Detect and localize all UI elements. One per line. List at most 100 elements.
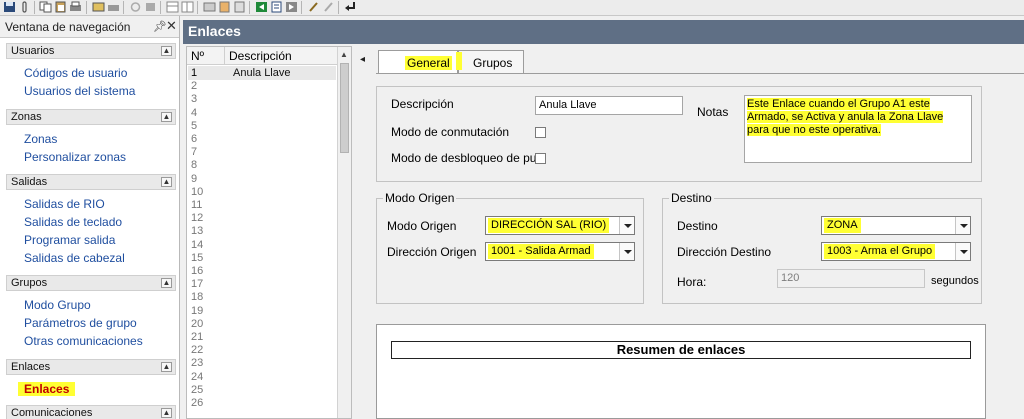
row-number[interactable]: 6 — [191, 134, 197, 145]
forward-icon[interactable] — [285, 1, 298, 13]
refresh-icon[interactable] — [129, 1, 142, 13]
row-number[interactable]: 8 — [191, 160, 197, 171]
nav-item-personalizar-zonas[interactable]: Personalizar zonas — [24, 150, 126, 164]
nav-item-usuarios-sistema[interactable]: Usuarios del sistema — [24, 84, 135, 98]
nav-group-salidas[interactable]: Salidas ▲ — [6, 174, 176, 190]
row-number[interactable]: 4 — [191, 107, 197, 119]
scroll-up-icon[interactable]: ▲ — [340, 50, 348, 59]
resumen-panel: Resumen de enlaces — [376, 324, 986, 419]
import-icon[interactable] — [218, 1, 231, 13]
row-number[interactable]: 13 — [191, 226, 203, 237]
row-number[interactable]: 18 — [191, 292, 203, 303]
chevron-down-icon[interactable] — [619, 217, 634, 234]
collapse-icon[interactable]: ▲ — [161, 177, 172, 187]
paste-icon[interactable] — [54, 1, 67, 13]
nav-group-enlaces[interactable]: Enlaces ▲ — [6, 359, 176, 375]
row-number[interactable]: 1 — [191, 68, 197, 79]
row-number[interactable]: 22 — [191, 345, 203, 356]
row-description[interactable]: Anula Llave — [233, 67, 291, 79]
nav-item-salidas-teclado[interactable]: Salidas de teclado — [24, 215, 122, 229]
chevron-down-icon[interactable] — [955, 217, 970, 234]
row-number[interactable]: 3 — [191, 94, 197, 105]
row-number[interactable]: 10 — [191, 186, 203, 198]
collapse-icon[interactable]: ▲ — [161, 362, 172, 372]
modo-conmutacion-checkbox[interactable] — [535, 127, 546, 138]
table-icon[interactable] — [166, 1, 179, 13]
notas-textarea[interactable]: Este Enlace cuando el Grupo A1 este Arma… — [744, 95, 972, 163]
vertical-scrollbar[interactable]: ▲ — [337, 47, 351, 418]
column-header-descripcion[interactable]: Descripción — [229, 49, 292, 63]
stop-icon[interactable] — [144, 1, 157, 13]
direccion-origen-select[interactable]: 1001 - Salida Armad — [485, 242, 635, 261]
nav-item-otras-comunicaciones[interactable]: Otras comunicaciones — [24, 334, 143, 348]
row-number[interactable]: 19 — [191, 305, 203, 317]
chevron-down-icon[interactable] — [955, 243, 970, 260]
nav-item-modo-grupo[interactable]: Modo Grupo — [24, 298, 91, 312]
close-icon[interactable]: ✕ — [166, 18, 177, 34]
collapse-icon[interactable]: ▲ — [161, 408, 172, 418]
row-number[interactable]: 12 — [191, 213, 203, 224]
row-number[interactable]: 23 — [191, 358, 203, 369]
row-number[interactable]: 25 — [191, 384, 203, 396]
scrollbar-thumb[interactable] — [340, 63, 349, 153]
copy-icon[interactable] — [39, 1, 52, 13]
direccion-destino-select[interactable]: 1003 - Arma el Grupo — [821, 242, 971, 261]
row-number[interactable]: 2 — [191, 81, 197, 92]
page-title: Enlaces — [188, 23, 241, 39]
row-number[interactable]: 15 — [191, 252, 203, 264]
collapse-icon[interactable]: ▲ — [161, 278, 172, 288]
find-icon[interactable] — [92, 1, 105, 13]
row-number[interactable]: 26 — [191, 398, 203, 409]
destino-value: ZONA — [824, 218, 861, 233]
nav-group-label: Comunicaciones — [11, 407, 93, 419]
enter-icon[interactable] — [344, 1, 357, 13]
row-number[interactable]: 5 — [191, 120, 197, 132]
modo-desbloqueo-checkbox[interactable] — [535, 153, 546, 164]
row-number[interactable]: 7 — [191, 147, 197, 158]
nav-item-salidas-cabezal[interactable]: Salidas de cabezal — [24, 251, 125, 265]
nav-group-zonas[interactable]: Zonas ▲ — [6, 109, 176, 125]
nav-group-comunicaciones[interactable]: Comunicaciones ▲ — [6, 405, 176, 419]
back-green-icon[interactable] — [255, 1, 268, 13]
hora-input[interactable]: 120 — [777, 269, 925, 288]
nav-item-programar-salida[interactable]: Programar salida — [24, 233, 115, 247]
descripcion-input[interactable]: Anula Llave — [535, 96, 683, 115]
destino-select[interactable]: ZONA — [821, 216, 971, 235]
row-number[interactable]: 11 — [191, 200, 202, 211]
row-number[interactable]: 24 — [191, 371, 203, 383]
row-number[interactable]: 14 — [191, 239, 203, 251]
pin-icon[interactable]: 📌︎ — [153, 20, 167, 33]
nav-group-usuarios[interactable]: Usuarios ▲ — [6, 43, 176, 59]
tab-scroll-left-icon[interactable]: ◂ — [360, 54, 365, 65]
row-number[interactable]: 17 — [191, 279, 203, 290]
chevron-down-icon[interactable] — [619, 243, 634, 260]
nav-item-salidas-rio[interactable]: Salidas de RIO — [24, 197, 105, 211]
column-header-no[interactable]: Nº — [191, 49, 204, 63]
save-icon[interactable] — [3, 1, 16, 13]
list-icon[interactable] — [233, 1, 246, 13]
row-number[interactable]: 20 — [191, 318, 203, 330]
nav-item-codigos-usuario[interactable]: Códigos de usuario — [24, 66, 127, 80]
export-icon[interactable] — [203, 1, 216, 13]
print-icon[interactable] — [69, 1, 82, 13]
collapse-icon[interactable]: ▲ — [161, 112, 172, 122]
tab-grupos[interactable]: Grupos — [458, 50, 524, 74]
row-number[interactable]: 21 — [191, 332, 203, 343]
collapse-icon[interactable]: ▲ — [161, 46, 172, 56]
tab-general[interactable]: General — [378, 50, 458, 74]
nav-item-parametros-grupo[interactable]: Parámetros de grupo — [24, 316, 137, 330]
wand-icon[interactable] — [322, 1, 335, 13]
modo-desbloqueo-label: Modo de desbloqueo de pue — [391, 151, 544, 165]
connect-icon[interactable] — [107, 1, 120, 13]
nav-item-enlaces[interactable]: Enlaces — [18, 382, 76, 396]
grid-icon[interactable] — [181, 1, 194, 13]
attach-icon[interactable] — [18, 1, 31, 13]
row-number[interactable]: 16 — [191, 266, 203, 277]
nav-item-zonas[interactable]: Zonas — [24, 132, 57, 146]
row-number[interactable]: 9 — [191, 173, 197, 185]
nav-group-grupos[interactable]: Grupos ▲ — [6, 275, 176, 291]
document-icon[interactable] — [270, 1, 283, 13]
modo-origen-select[interactable]: DIRECCIÓN SAL (RIO) — [485, 216, 635, 235]
direccion-destino-value: 1003 - Arma el Grupo — [824, 244, 936, 259]
tools-icon[interactable] — [307, 1, 320, 13]
